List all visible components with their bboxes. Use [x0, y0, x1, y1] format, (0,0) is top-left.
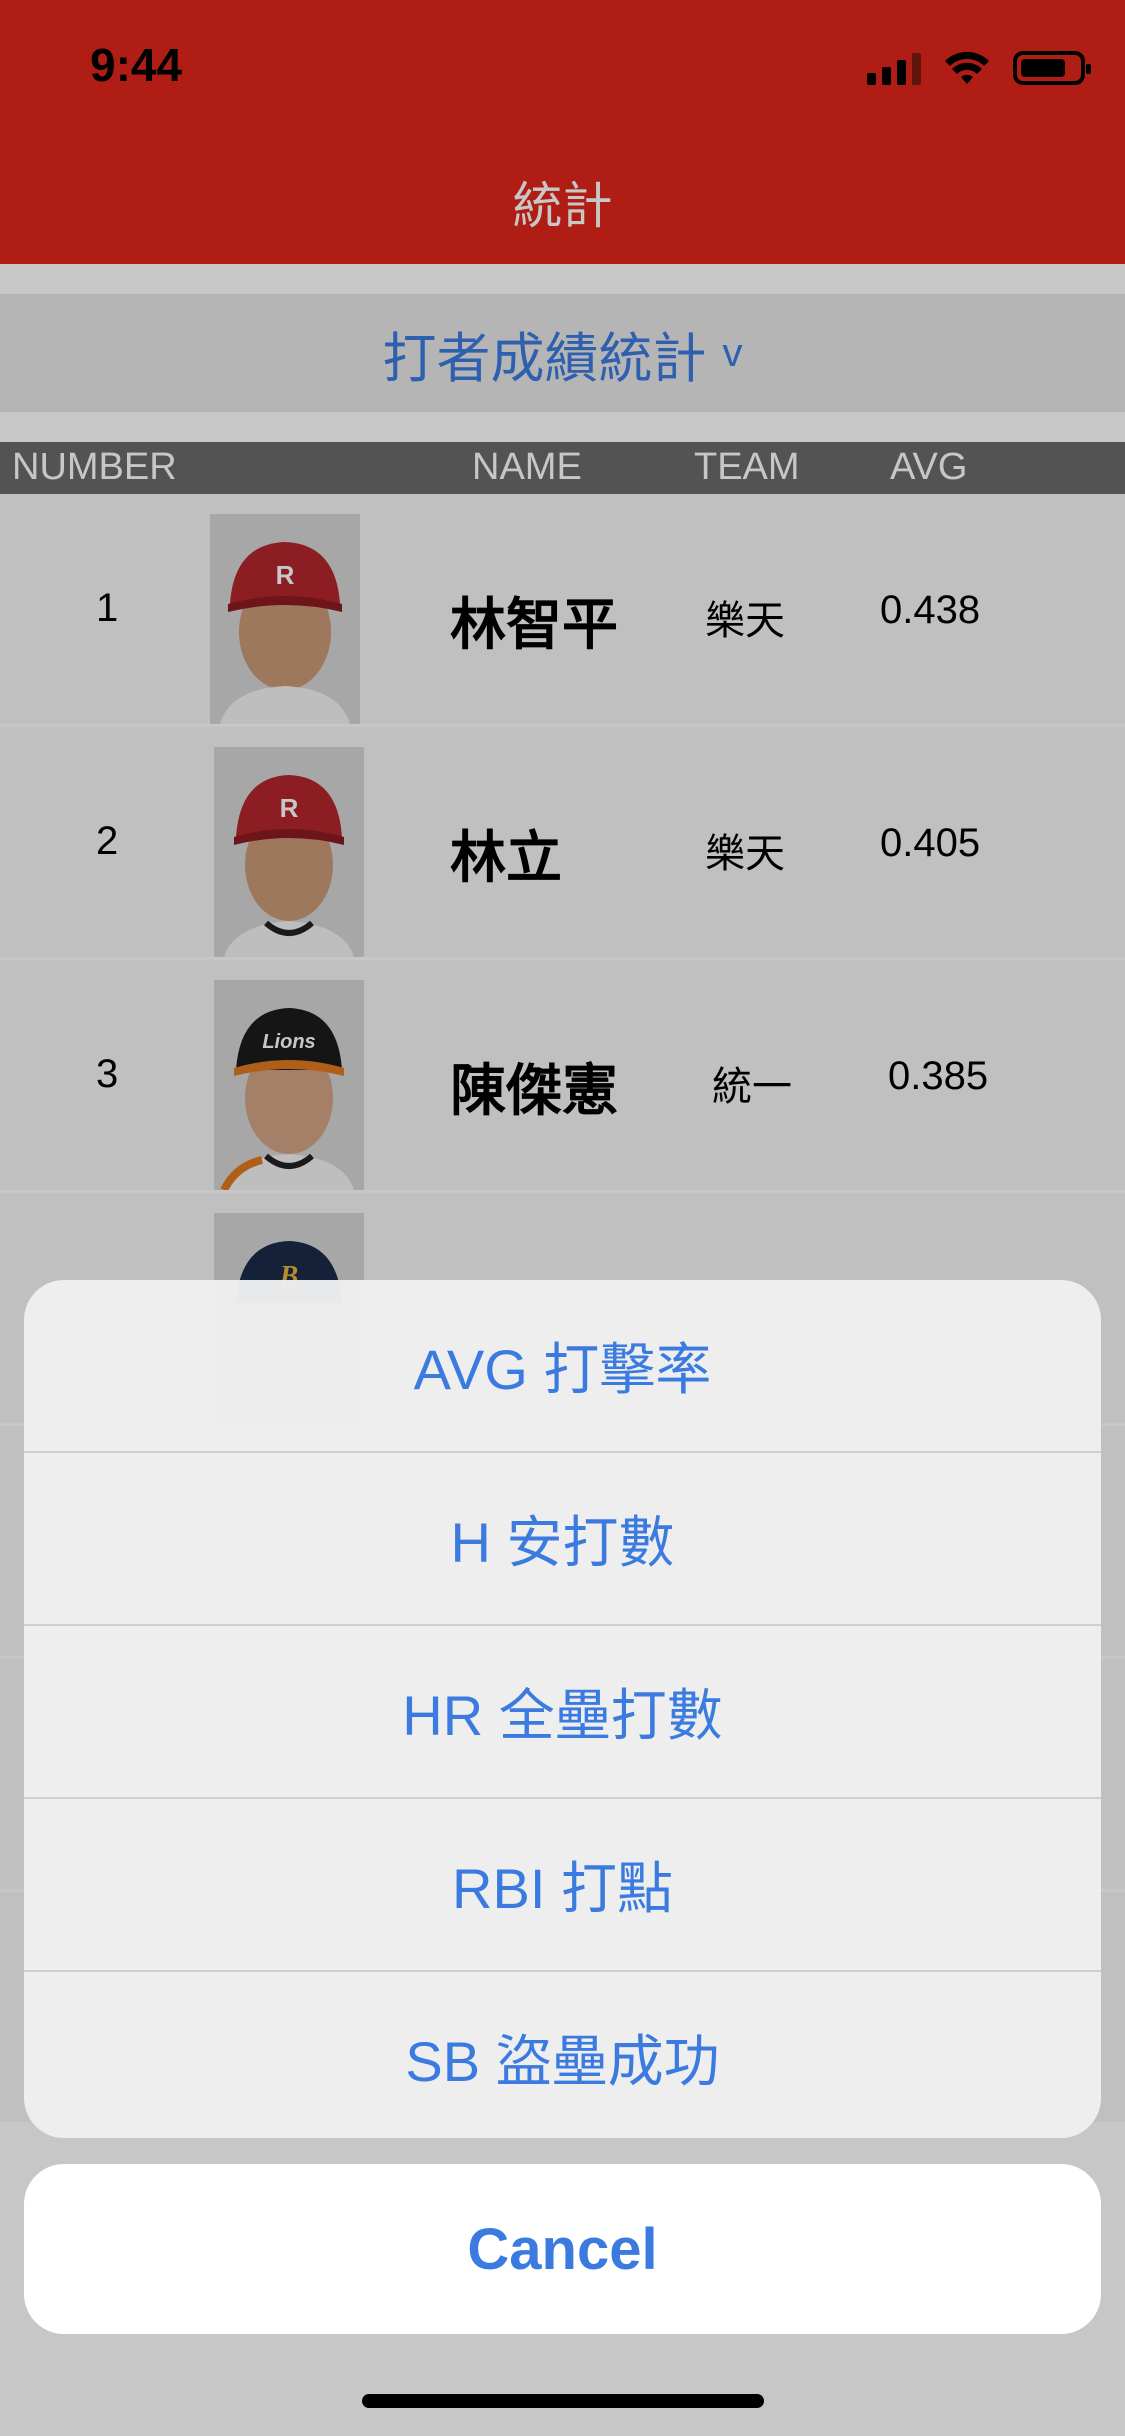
cancel-button[interactable]: Cancel — [24, 2164, 1101, 2334]
sheet-option-rbi[interactable]: RBI 打點 — [24, 1799, 1101, 1972]
sort-action-sheet: AVG 打擊率 H 安打數 HR 全壘打數 RBI 打點 SB 盜壘成功 — [24, 1280, 1101, 2138]
home-indicator[interactable] — [362, 2394, 764, 2408]
sheet-option-avg[interactable]: AVG 打擊率 — [24, 1280, 1101, 1453]
sheet-option-home-runs[interactable]: HR 全壘打數 — [24, 1626, 1101, 1799]
sheet-option-hits[interactable]: H 安打數 — [24, 1453, 1101, 1626]
sheet-option-stolen-bases[interactable]: SB 盜壘成功 — [24, 1972, 1101, 2138]
